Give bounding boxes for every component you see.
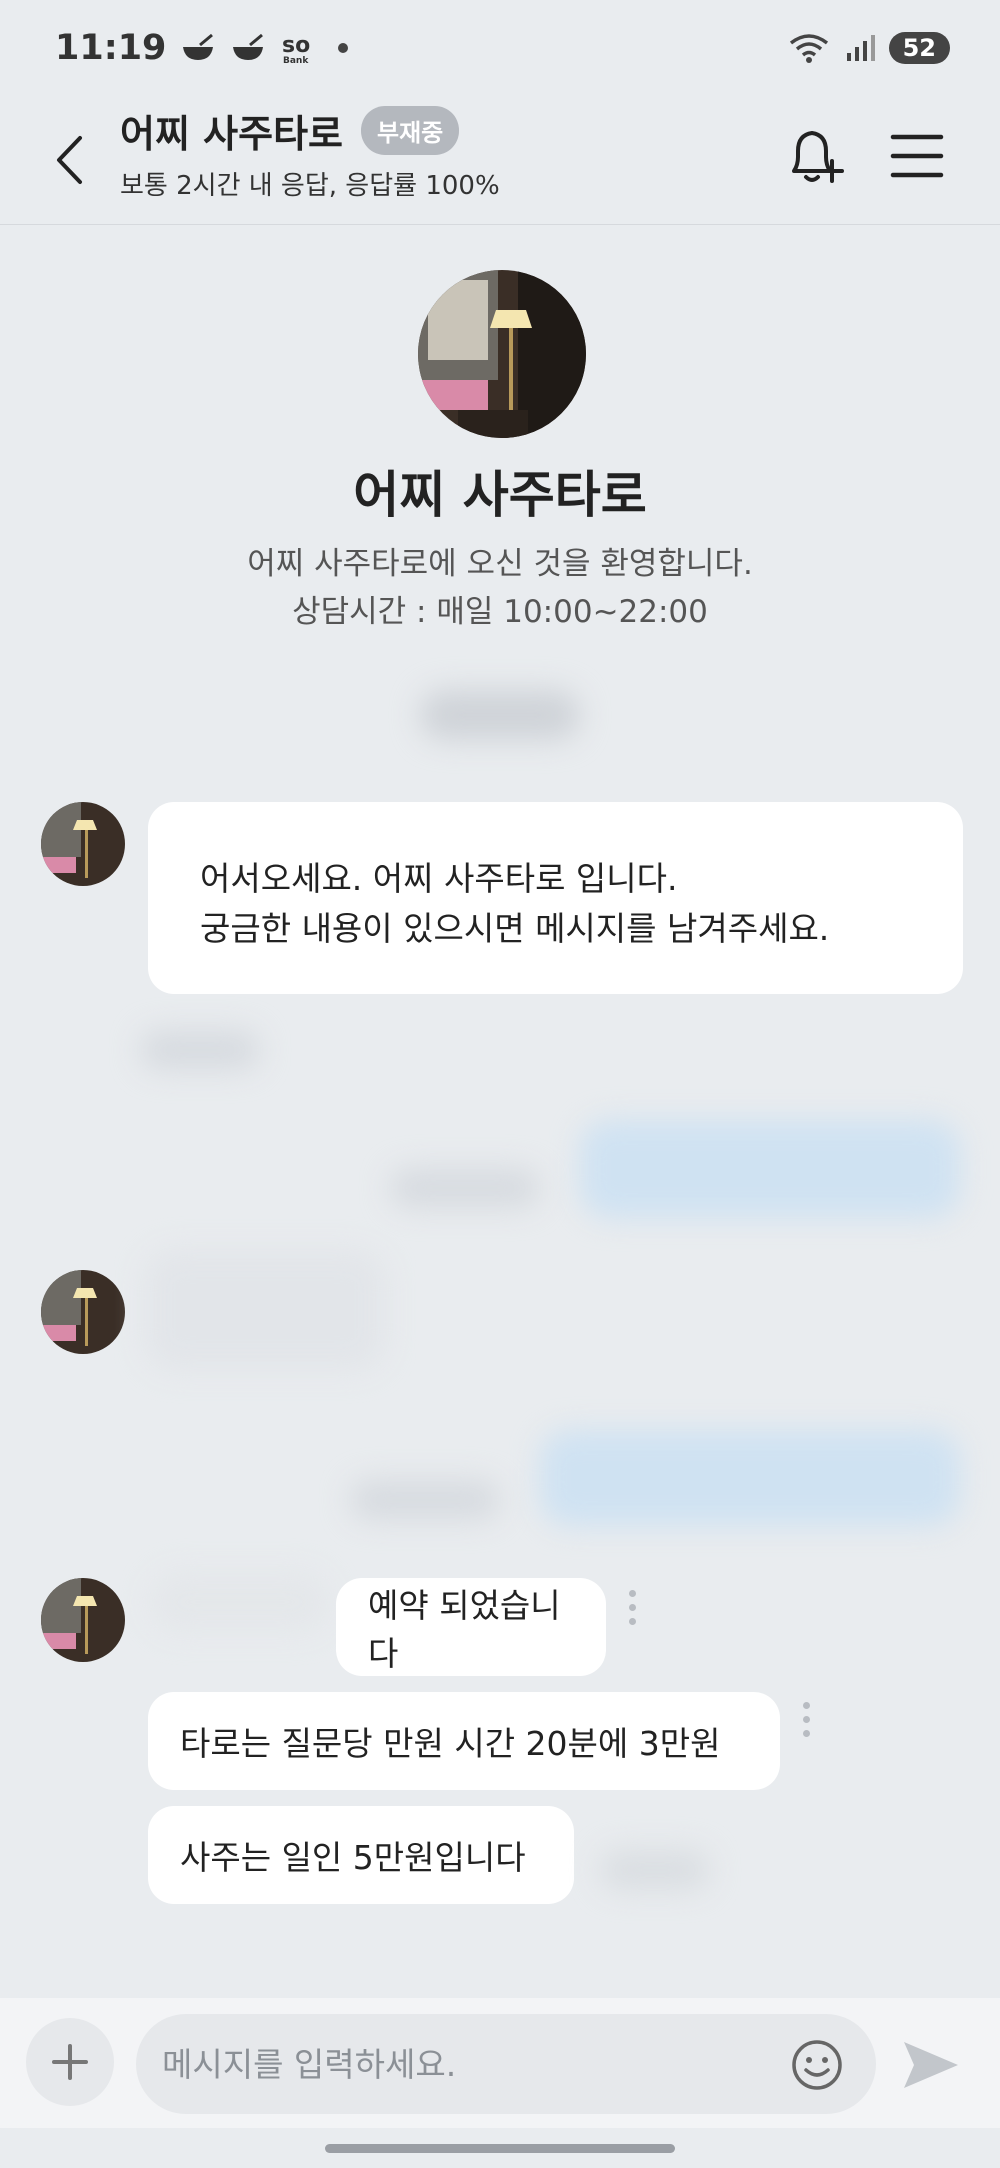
bell-plus-icon (792, 131, 844, 183)
bowl-icon (233, 33, 264, 60)
blurred-sender-name (150, 1572, 330, 1632)
message-text: 예약 되었습니다 (368, 1586, 561, 1673)
welcome-line: 어찌 사주타로에 오신 것을 환영합니다. (247, 546, 753, 582)
welcome-message: 어찌 사주타로에 오신 것을 환영합니다. 상담시간 : 매일 10:00~22… (0, 540, 1000, 636)
response-time-info: 보통 2시간 내 응답, 응답률 100% (120, 171, 500, 201)
blurred-sent-message (540, 1430, 960, 1526)
attach-button[interactable] (26, 2018, 114, 2106)
message-input[interactable] (136, 2014, 876, 2114)
business-hours: 상담시간 : 매일 10:00~22:00 (292, 594, 708, 630)
menu-button[interactable] (885, 121, 949, 191)
channel-profile-image[interactable] (418, 270, 586, 438)
plus-icon (52, 2044, 88, 2080)
channel-title: 어찌 사주타로 (120, 112, 343, 156)
home-indicator (325, 2144, 675, 2153)
message-text: 사주는 일인 5만원입니다 (180, 1838, 526, 1877)
battery-level: 52 (902, 33, 936, 62)
message-text: 타로는 질문당 만원 시간 20분에 3만원 (180, 1724, 721, 1763)
bank-app-icon: so Bank (280, 28, 312, 67)
blurred-timestamp (600, 1850, 710, 1890)
battery-indicator: 52 (888, 31, 950, 64)
avatar[interactable] (41, 1270, 125, 1354)
avatar[interactable] (41, 1578, 125, 1662)
reserved-message-bubble: 예약 되었습니다 (336, 1578, 606, 1676)
wifi-icon (789, 33, 828, 63)
chevron-left-icon (57, 136, 82, 184)
hamburger-menu-icon (890, 134, 944, 178)
message-text: 궁금한 내용이 있으시면 메시지를 남겨주세요. (200, 909, 830, 948)
message-input-bar (0, 1998, 1000, 2128)
notification-add-button[interactable] (780, 121, 850, 191)
status-bar: 11:19 so Bank 52 (0, 0, 1000, 95)
avatar-image (41, 1578, 125, 1662)
chat-header: 어찌 사주타로 부재중 보통 2시간 내 응답, 응답률 100% (0, 95, 1000, 225)
message-more-button[interactable] (796, 1702, 816, 1737)
status-time: 11:19 (55, 27, 167, 68)
emoji-button[interactable] (790, 2038, 844, 2092)
blurred-received-message (145, 1250, 385, 1370)
status-left: 11:19 so Bank (55, 27, 349, 68)
blurred-timestamp (390, 1168, 540, 1208)
message-more-button[interactable] (622, 1590, 642, 1625)
blurred-sent-message (580, 1120, 960, 1218)
lamp-room-image (418, 270, 586, 438)
smiley-icon (792, 2040, 842, 2090)
blurred-timestamp (350, 1480, 500, 1520)
status-right: 52 (787, 31, 950, 65)
blurred-date-label (420, 690, 580, 740)
send-icon (904, 2042, 958, 2088)
saju-price-message-bubble: 사주는 일인 5만원입니다 (148, 1806, 574, 1904)
bowl-icon (183, 33, 214, 60)
notification-dot-icon (338, 42, 349, 53)
svg-text:so: so (282, 33, 310, 58)
greeting-message-bubble: 어서오세요. 어찌 사주타로 입니다. 궁금한 내용이 있으시면 메시지를 남겨… (148, 802, 963, 994)
avatar-image (41, 1270, 125, 1354)
send-button[interactable] (900, 2036, 962, 2094)
back-button[interactable] (44, 125, 94, 195)
tarot-price-message-bubble: 타로는 질문당 만원 시간 20분에 3만원 (148, 1692, 780, 1790)
signal-icon (846, 34, 875, 61)
avatar[interactable] (41, 802, 125, 886)
svg-text:Bank: Bank (283, 56, 309, 64)
blurred-timestamp (140, 1030, 260, 1070)
channel-name: 어찌 사주타로 (353, 466, 647, 524)
avatar-image (41, 802, 125, 886)
title-row: 어찌 사주타로 부재중 (120, 103, 460, 158)
message-text: 어서오세요. 어찌 사주타로 입니다. (200, 859, 678, 898)
away-status-badge: 부재중 (361, 106, 460, 155)
